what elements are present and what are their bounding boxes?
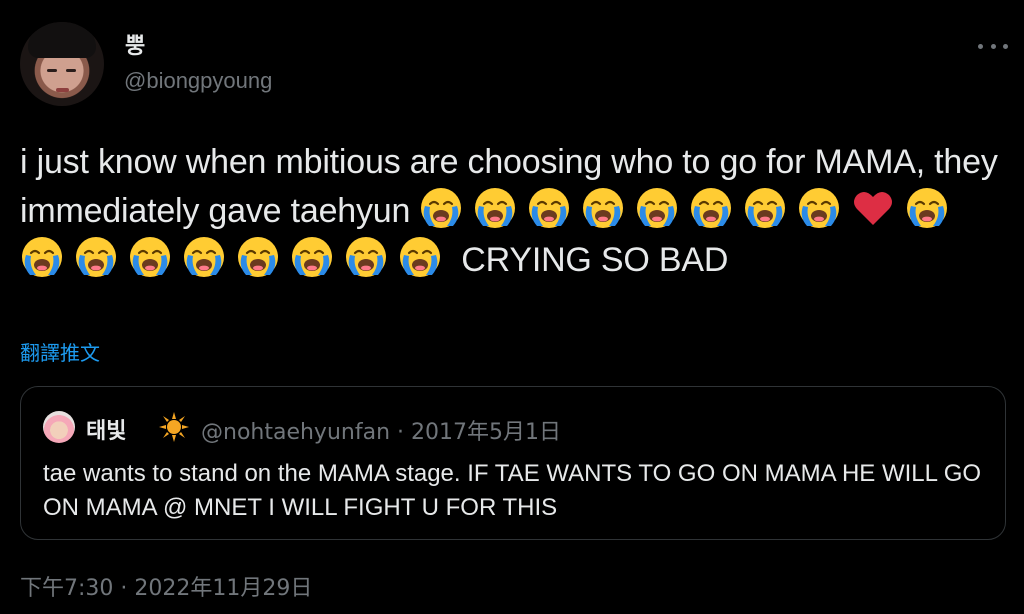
loudly-crying-face-icon bbox=[20, 235, 64, 279]
loudly-crying-face-icon bbox=[905, 186, 949, 230]
author-avatar[interactable] bbox=[20, 22, 104, 106]
quoted-author-avatar bbox=[43, 411, 75, 443]
loudly-crying-face-icon bbox=[182, 235, 226, 279]
quoted-tweet-text: tae wants to stand on the MAMA stage. IF… bbox=[43, 460, 982, 521]
tweet-text-part-2: CRYING SO BAD bbox=[461, 241, 729, 279]
more-dot bbox=[1003, 43, 1008, 49]
tweet-timestamp[interactable]: 下午7:30 · 2022年11月29日 bbox=[20, 570, 312, 602]
loudly-crying-face-icon bbox=[689, 186, 733, 230]
avatar-mouth bbox=[56, 88, 69, 92]
loudly-crying-face-icon bbox=[635, 186, 679, 230]
loudly-crying-face-icon bbox=[419, 186, 463, 230]
loudly-crying-face-icon bbox=[398, 235, 442, 279]
loudly-crying-face-icon bbox=[527, 186, 571, 230]
sun-icon bbox=[159, 412, 189, 442]
more-horizontal-icon[interactable] bbox=[978, 36, 1008, 56]
quoted-tweet-card[interactable]: 태빛 @nohtaehyunfan · 2017年5月1日 tae wants … bbox=[20, 386, 1006, 540]
avatar-hair bbox=[28, 22, 96, 58]
tweet-detail: 뿡 @biongpyoung i just know when mbitious… bbox=[0, 0, 1024, 614]
quoted-display-name: 태빛 bbox=[86, 419, 127, 444]
avatar-right-eye bbox=[66, 69, 76, 72]
loudly-crying-face-icon bbox=[473, 186, 517, 230]
loudly-crying-face-icon bbox=[128, 235, 172, 279]
loudly-crying-face-icon bbox=[581, 186, 625, 230]
loudly-crying-face-icon bbox=[290, 235, 334, 279]
translate-tweet-link[interactable]: 翻譯推文 bbox=[20, 337, 100, 366]
tweet-text: i just know when mbitious are choosing w… bbox=[20, 138, 1005, 284]
loudly-crying-face-icon bbox=[74, 235, 118, 279]
loudly-crying-face-icon bbox=[236, 235, 280, 279]
loudly-crying-face-icon bbox=[344, 235, 388, 279]
author-display-name[interactable]: 뿡 bbox=[125, 28, 145, 60]
more-dot bbox=[990, 43, 996, 49]
loudly-crying-face-icon bbox=[743, 186, 787, 230]
author-handle[interactable]: @biongpyoung bbox=[124, 68, 272, 94]
avatar-left-eye bbox=[47, 69, 57, 72]
loudly-crying-face-icon bbox=[797, 186, 841, 230]
quoted-tweet-meta: @nohtaehyunfan · 2017年5月1日 bbox=[201, 420, 561, 445]
more-dot bbox=[978, 43, 983, 49]
red-heart-icon bbox=[851, 186, 895, 230]
